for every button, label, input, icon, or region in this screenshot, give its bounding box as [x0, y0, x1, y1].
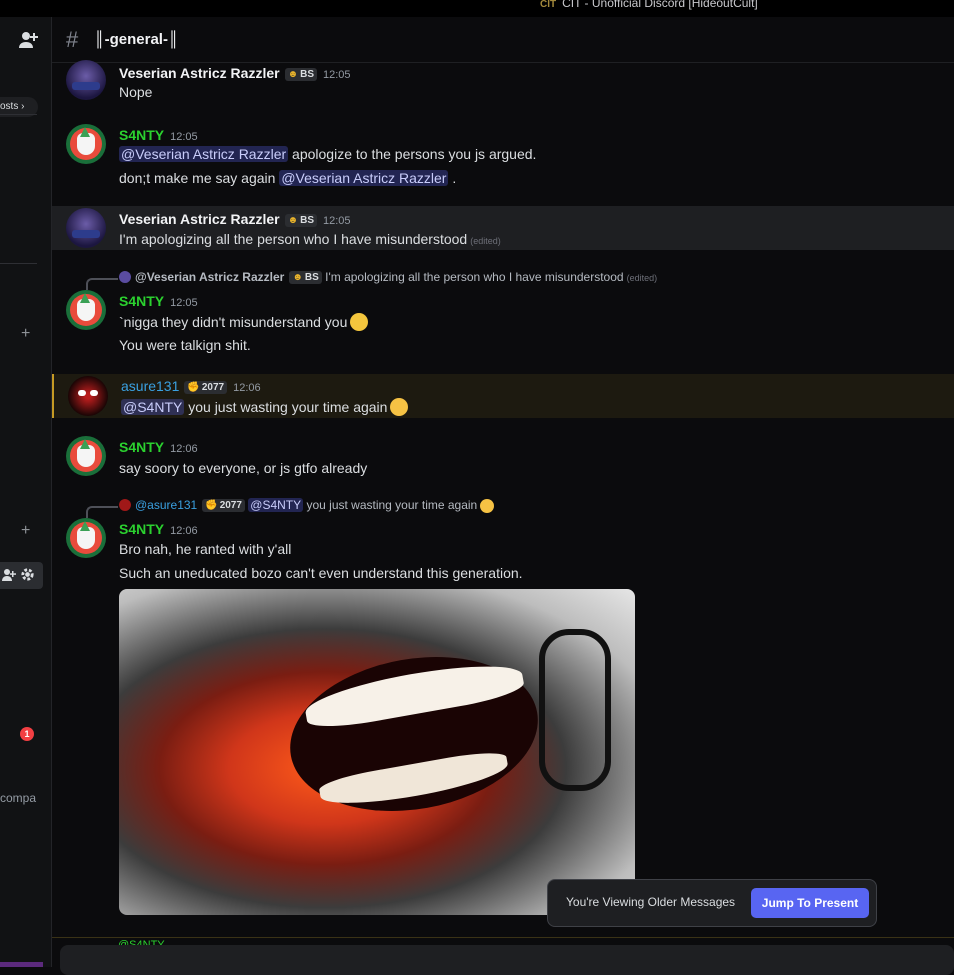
- crying-face-emoji-icon: [390, 398, 409, 416]
- message-text: Such an uneducated bozo can't even under…: [119, 565, 523, 581]
- message-author[interactable]: Veserian Astricz Razzler ☻ BS 12:05: [119, 211, 351, 227]
- channel-header: # ║-general-║: [52, 17, 954, 63]
- role-tag: ✊ 2077: [184, 381, 228, 394]
- user-mention[interactable]: @Veserian Astricz Razzler: [279, 170, 449, 186]
- message: @Veserian Astricz Razzler ☻ BS I'm apologi…: [52, 266, 954, 362]
- mini-avatar: [119, 499, 131, 511]
- add-member-icon[interactable]: [18, 31, 38, 54]
- hash-icon: #: [66, 27, 79, 52]
- avatar[interactable]: [68, 376, 108, 416]
- unread-badge: 1: [20, 727, 34, 741]
- timestamp: 12:06: [170, 443, 198, 455]
- sidebar-divider: [0, 114, 37, 115]
- message: Veserian Astricz Razzler ☻ BS 12:05 Nope: [52, 60, 954, 106]
- window-titlebar: CIT CIT - Unofficial Discord [HideoutCult…: [0, 0, 954, 17]
- toast-text: You're Viewing Older Messages: [566, 895, 736, 909]
- message-author[interactable]: Veserian Astricz Razzler ☻ BS 12:05: [119, 65, 351, 81]
- reply-preview[interactable]: @asure131 ✊ 2077 @S4NTY you just wasting y…: [119, 498, 495, 513]
- gear-icon[interactable]: [20, 567, 35, 587]
- crying-face-emoji-icon: [480, 499, 495, 513]
- message-text: I'm apologizing all the person who I hav…: [119, 231, 501, 247]
- message-text: Nope: [119, 84, 153, 100]
- message: Veserian Astricz Razzler ☻ BS 12:05 I'm apo…: [52, 206, 954, 250]
- message: S4NTY 12:06 say soory to everyone, or js …: [52, 432, 954, 480]
- message-text: `nigga they didn't misunderstand you: [119, 313, 369, 331]
- message-author[interactable]: S4NTY 12:05: [119, 127, 198, 143]
- message-text: Bro nah, he ranted with y'all: [119, 541, 292, 557]
- message-author[interactable]: S4NTY 12:05: [119, 293, 198, 309]
- channel-sidebar: osts › + + 1 compa: [0, 17, 52, 967]
- message-composer[interactable]: [60, 945, 954, 975]
- window-title: CIT CIT - Unofficial Discord [HideoutCult…: [540, 0, 758, 10]
- role-tag: ✊ 2077: [202, 499, 245, 512]
- avatar[interactable]: [66, 208, 106, 248]
- channel-name: ║-general-║: [94, 31, 179, 48]
- timestamp: 12:06: [233, 382, 261, 394]
- role-tag: ☻ BS: [284, 214, 317, 227]
- role-tag: ☻ BS: [284, 68, 317, 81]
- message-text: say soory to everyone, or js gtfo alread…: [119, 460, 368, 476]
- add-channel-plus-icon[interactable]: +: [21, 522, 30, 540]
- user-mention[interactable]: @S4NTY: [121, 399, 185, 415]
- message: S4NTY 12:05 @Veserian Astricz Razzler apo…: [52, 120, 954, 190]
- message-text: don;t make me say again @Veserian Astric…: [119, 170, 457, 186]
- timestamp: 12:05: [170, 297, 198, 309]
- pointing-finger-emoji-icon: [350, 313, 369, 331]
- message-author[interactable]: S4NTY 12:06: [119, 439, 198, 455]
- user-avatar-thumb[interactable]: [0, 962, 43, 967]
- avatar[interactable]: [66, 60, 106, 100]
- older-messages-toast: You're Viewing Older Messages Jump To Pr…: [547, 879, 877, 927]
- message-author[interactable]: asure131 ✊ 2077 12:06: [121, 378, 261, 394]
- jump-to-present-button[interactable]: Jump To Present: [751, 888, 869, 918]
- sidebar-active-channel[interactable]: [0, 562, 43, 589]
- edited-label: (edited): [470, 236, 501, 246]
- message-text: @S4NTY you just wasting your time again: [121, 398, 409, 416]
- avatar[interactable]: [66, 124, 106, 164]
- mini-avatar: [119, 271, 131, 283]
- timestamp: 12:05: [170, 131, 198, 143]
- reply-connector: [86, 278, 118, 290]
- add-channel-plus-icon[interactable]: +: [21, 325, 30, 343]
- invite-icon[interactable]: [2, 568, 16, 587]
- reply-preview[interactable]: @Veserian Astricz Razzler ☻ BS I'm apologi…: [119, 270, 657, 284]
- window-title-text: CIT - Unofficial Discord [HideoutCult]: [562, 0, 758, 10]
- sidebar-divider: [0, 263, 37, 264]
- server-logo: CIT: [540, 0, 557, 10]
- message-text: You were talkign shit.: [119, 337, 251, 353]
- role-tag: ☻ BS: [289, 271, 322, 284]
- truncated-channel-label[interactable]: compa: [0, 791, 36, 805]
- avatar[interactable]: [66, 436, 106, 476]
- message: asure131 ✊ 2077 12:06 @S4NTY you just wasti…: [52, 374, 954, 418]
- laughing-face-image[interactable]: [119, 589, 635, 915]
- timestamp: 12:05: [323, 69, 351, 81]
- avatar[interactable]: [66, 518, 106, 558]
- message-text: @Veserian Astricz Razzler apologize to t…: [119, 146, 537, 162]
- timestamp: 12:05: [323, 215, 351, 227]
- reply-connector: [86, 506, 118, 518]
- user-mention[interactable]: @Veserian Astricz Razzler: [119, 146, 289, 162]
- timestamp: 12:06: [170, 525, 198, 537]
- message-author[interactable]: S4NTY 12:06: [119, 521, 198, 537]
- avatar[interactable]: [66, 290, 106, 330]
